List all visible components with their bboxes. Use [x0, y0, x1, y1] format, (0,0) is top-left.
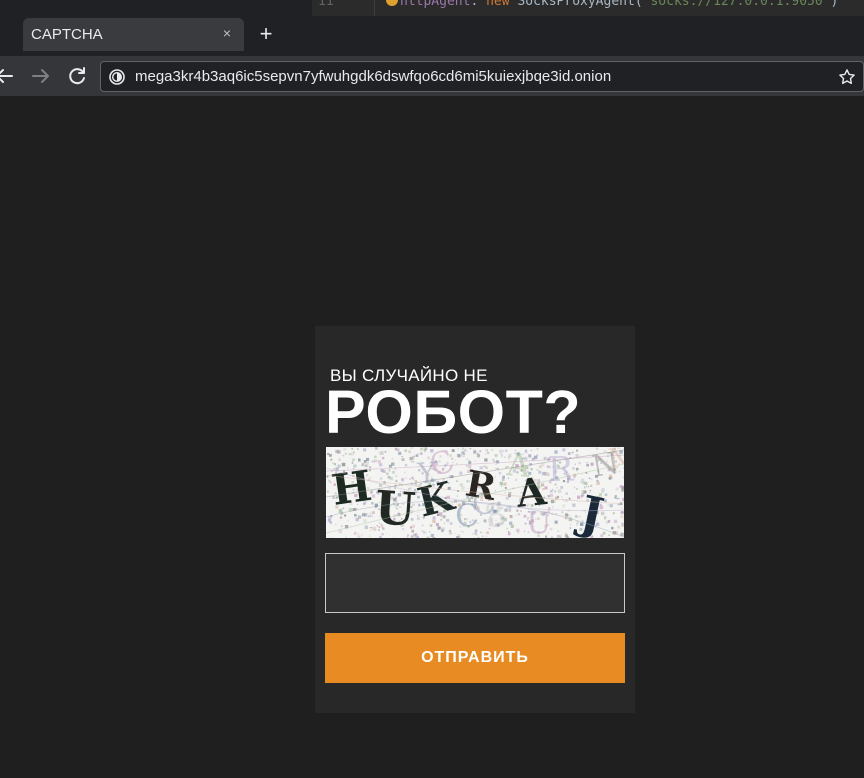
tab-title: CAPTCHA: [31, 26, 103, 43]
code-class: SocksProxyAgent(: [509, 0, 643, 9]
submit-button[interactable]: ОТПРАВИТЬ: [325, 633, 625, 683]
browser-toolbar: mega3kr4b3aq6ic5sepvn7yfwuhgdk6dswfqo6cd…: [0, 56, 864, 96]
reload-button[interactable]: [65, 64, 89, 88]
onion-site-icon: [109, 69, 125, 85]
captcha-title: РОБОТ?: [325, 378, 582, 446]
forward-arrow-icon: [32, 69, 49, 83]
bookmark-star-icon[interactable]: [837, 67, 857, 87]
code-line: httpAgent: new SocksProxyAgent('socks://…: [400, 0, 838, 10]
tab-captcha[interactable]: CAPTCHA ×: [23, 18, 244, 51]
back-arrow-icon: [0, 69, 13, 83]
svg-text:R: R: [547, 450, 575, 490]
back-button[interactable]: [0, 64, 16, 88]
code-suffix: ): [830, 0, 839, 9]
editor-gutter: [374, 0, 375, 16]
code-field: httpAgent: [400, 0, 471, 9]
reload-icon: [69, 67, 85, 85]
captcha-noise-image: YC A R NMC 8CUHUK R A J: [326, 447, 624, 538]
background-code-editor: 11 httpAgent: new SocksProxyAgent('socks…: [312, 0, 864, 16]
close-tab-icon[interactable]: ×: [218, 24, 236, 42]
tab-strip: 11 httpAgent: new SocksProxyAgent('socks…: [0, 0, 864, 56]
code-string: 'socks://127.0.0.1:9050': [642, 0, 831, 9]
captcha-image: YCARNMC8CUHUKRAJ: [326, 447, 624, 538]
address-bar[interactable]: mega3kr4b3aq6ic5sepvn7yfwuhgdk6dswfqo6cd…: [100, 61, 864, 92]
url-text[interactable]: mega3kr4b3aq6ic5sepvn7yfwuhgdk6dswfqo6cd…: [135, 68, 611, 85]
captcha-answer-input[interactable]: [325, 553, 625, 613]
code-colon: :: [470, 0, 487, 9]
lightbulb-icon: [386, 0, 398, 6]
captcha-card: ВЫ СЛУЧАЙНО НЕ РОБОТ? YCARNMC8CUHUKRAJ О…: [315, 326, 635, 713]
code-keyword: new: [486, 0, 510, 9]
new-tab-button[interactable]: +: [256, 23, 276, 45]
forward-button[interactable]: [29, 64, 53, 88]
line-number: 11: [318, 0, 334, 9]
